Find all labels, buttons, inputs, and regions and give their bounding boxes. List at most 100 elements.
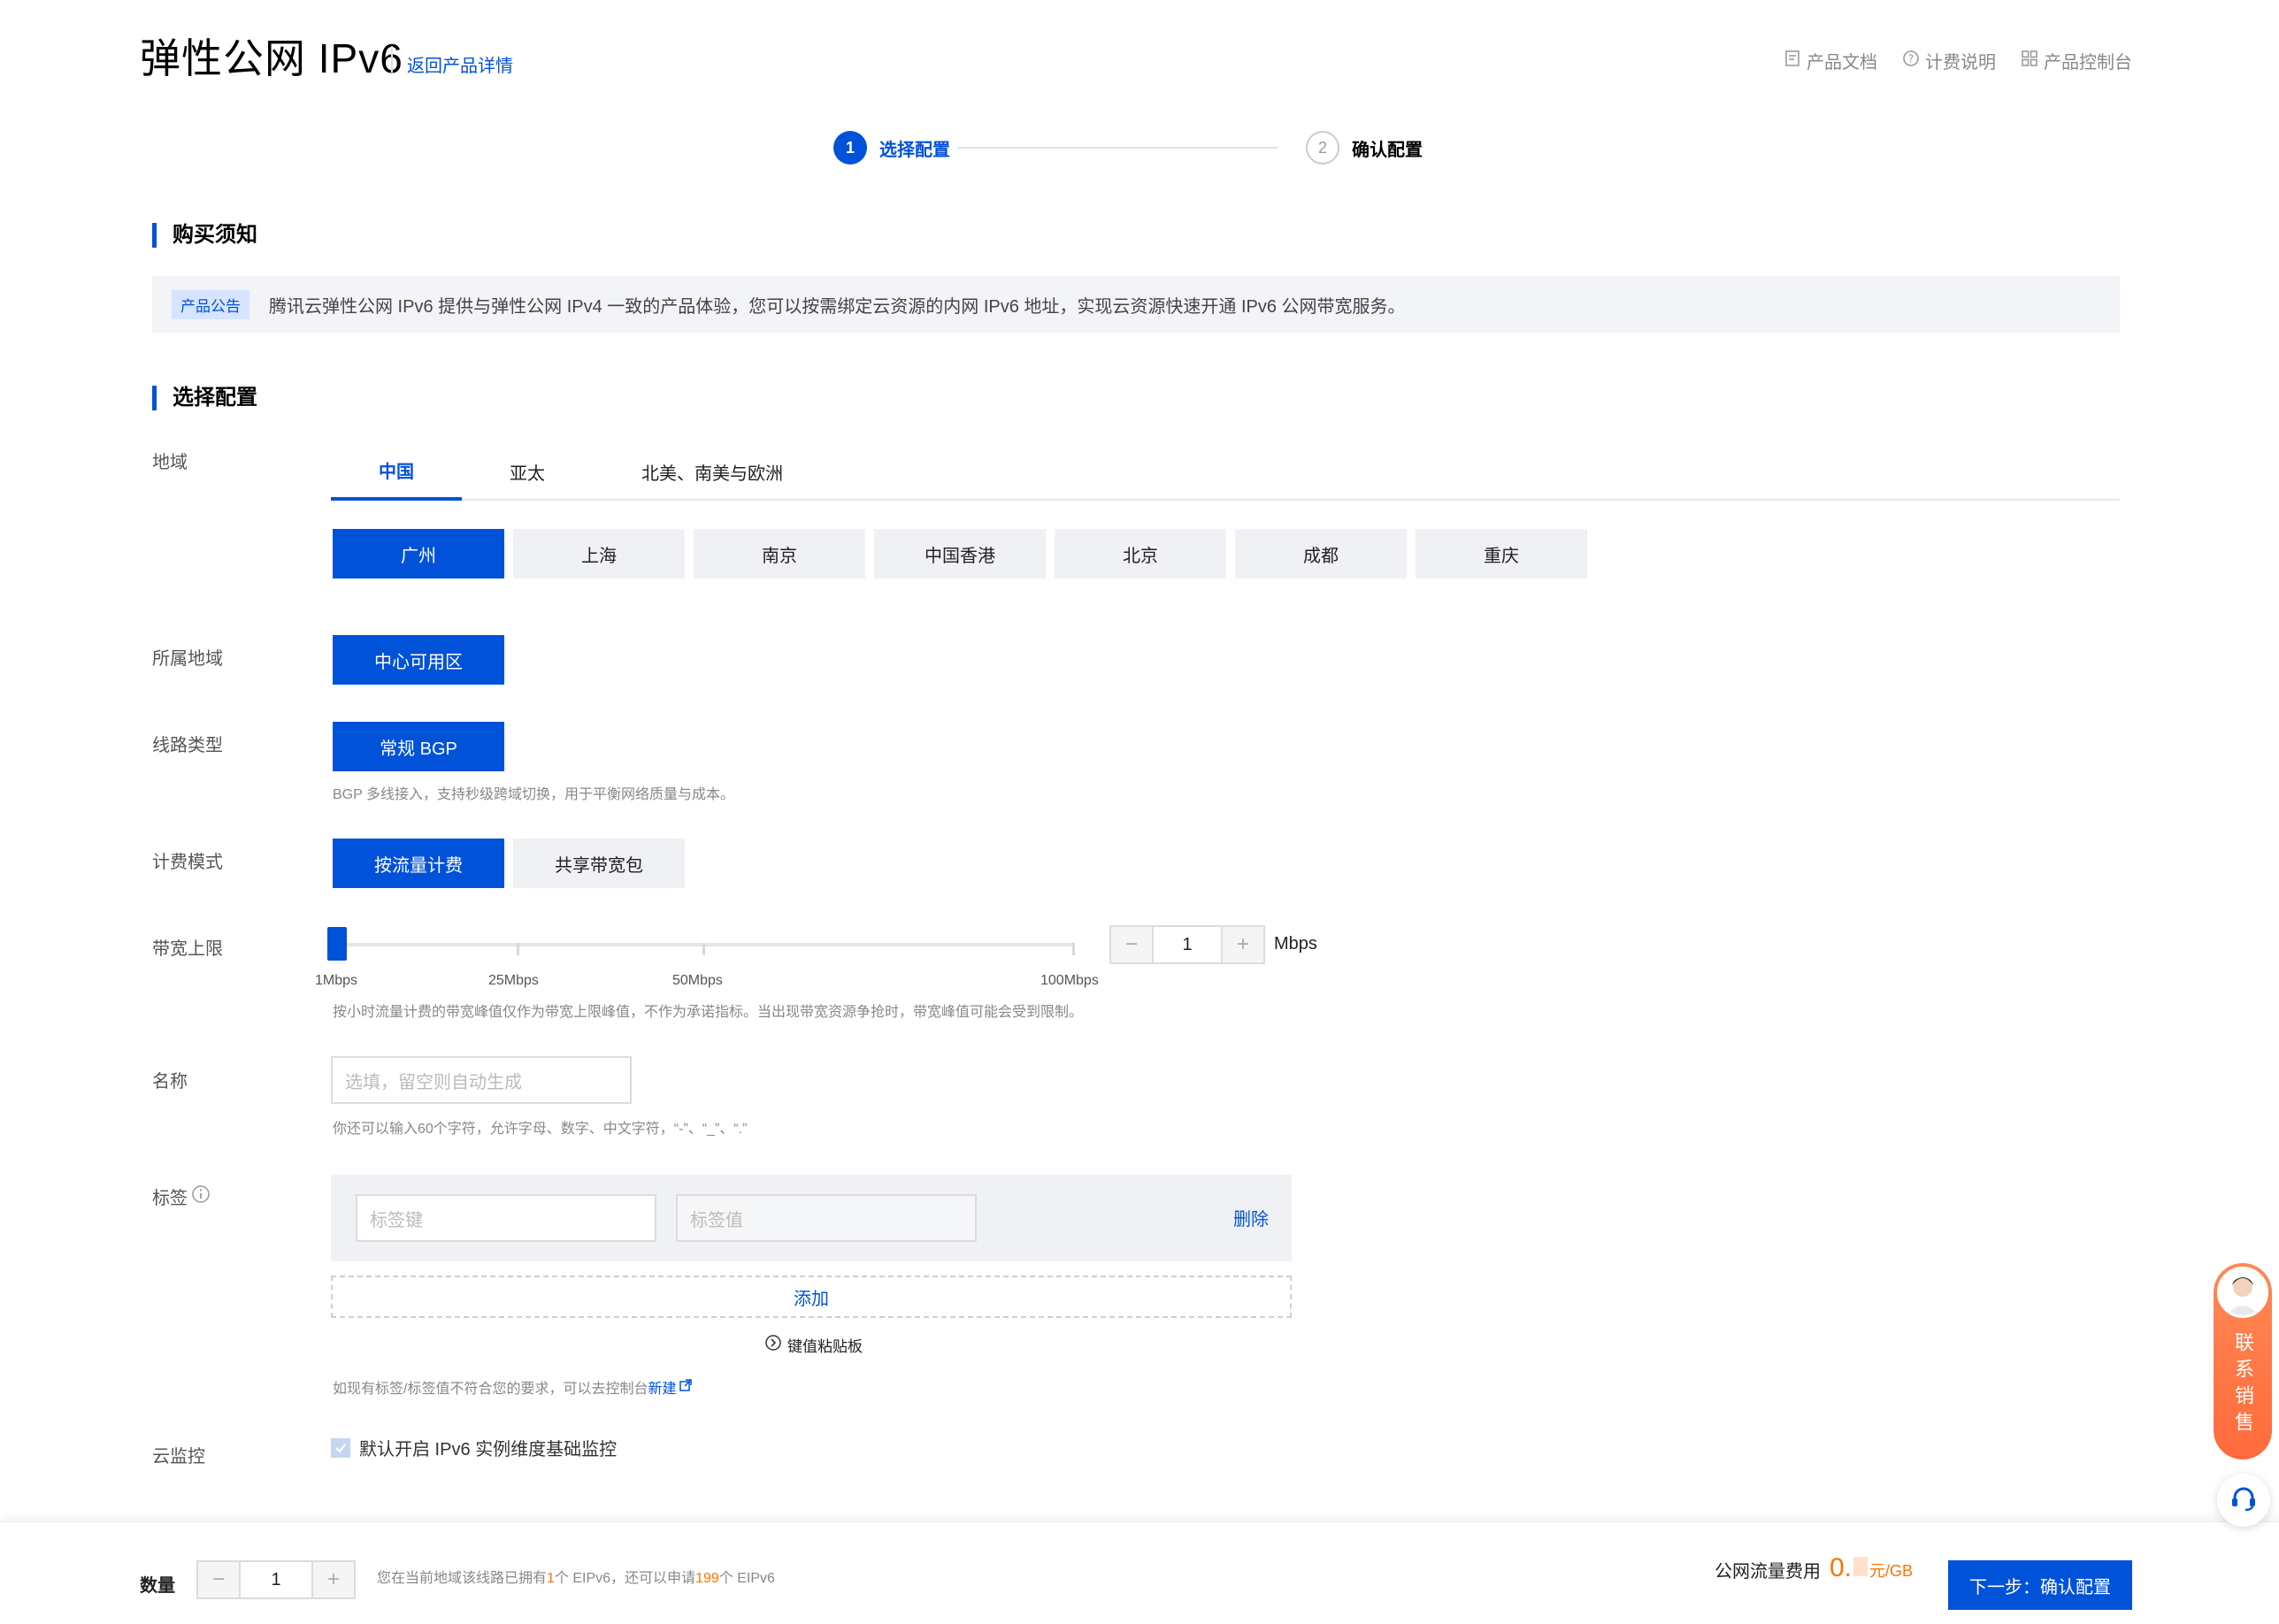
product-notice: 产品公告 腾讯云弹性公网 IPv6 提供与弹性公网 IPv4 一致的产品体验，您… — [152, 276, 2120, 333]
region-tabs: 中国 亚太 北美、南美与欧洲 — [331, 442, 2120, 501]
tag-delete-button[interactable]: 删除 — [1233, 1205, 1269, 1230]
step-number: 2 — [1306, 131, 1339, 165]
back-to-product-link[interactable]: 返回产品详情 — [407, 51, 513, 77]
title-divider — [391, 46, 393, 73]
monitor-checkbox-group: 默认开启 IPv6 实例维度基础监控 — [331, 1435, 617, 1460]
quantity-input[interactable]: 1 — [239, 1562, 313, 1597]
avatar — [2217, 1267, 2268, 1318]
tags-label-group: 标签 — [152, 1184, 211, 1209]
tags-create-link[interactable]: 新建 — [648, 1376, 676, 1398]
name-label: 名称 — [152, 1072, 188, 1092]
tab-americas-europe[interactable]: 北美、南美与欧洲 — [593, 442, 832, 501]
billing-mode-options: 按流量计费 共享带宽包 — [333, 839, 685, 888]
monitor-label: 云监控 — [152, 1447, 205, 1467]
billing-info-label: 计费说明 — [1925, 53, 1996, 73]
city-beijing[interactable]: 北京 — [1055, 529, 1226, 578]
question-circle-icon: ? — [1902, 50, 1920, 73]
remaining-count: 199 — [695, 1571, 719, 1586]
slider-tick — [517, 943, 519, 955]
customer-support-button[interactable] — [2217, 1474, 2270, 1527]
product-docs-link[interactable]: 产品文档 — [1784, 48, 1877, 73]
zone-label: 所属地域 — [152, 649, 223, 669]
city-chengdu[interactable]: 成都 — [1235, 529, 1407, 578]
product-docs-label: 产品文档 — [1807, 53, 1877, 73]
document-icon — [1784, 50, 1801, 73]
owned-count: 1 — [547, 1571, 555, 1586]
billing-shared-bandwidth[interactable]: 共享带宽包 — [513, 839, 685, 888]
tab-asia-pacific[interactable]: 亚太 — [462, 442, 593, 501]
billing-info-link[interactable]: ? 计费说明 — [1902, 48, 1996, 73]
billing-by-traffic[interactable]: 按流量计费 — [333, 839, 504, 888]
bandwidth-stepper: − 1 + — [1109, 925, 1265, 964]
tags-hint: 如现有标签/标签值不符合您的要求，可以去控制台 新建 — [333, 1376, 693, 1398]
next-step-button[interactable]: 下一步：确认配置 — [1948, 1560, 2132, 1610]
monitor-text: 默认开启 IPv6 实例维度基础监控 — [359, 1440, 618, 1459]
line-type-options: 常规 BGP — [333, 722, 504, 771]
bandwidth-slider-handle[interactable] — [327, 927, 347, 961]
quantity-increment-button[interactable]: + — [313, 1562, 354, 1597]
bandwidth-increment-button[interactable]: + — [1223, 927, 1263, 962]
quantity-label: 数量 — [140, 1576, 175, 1596]
quantity-stepper: − 1 + — [196, 1560, 356, 1599]
city-chongqing[interactable]: 重庆 — [1416, 529, 1587, 578]
tag-value-input[interactable]: 标签值 — [676, 1194, 977, 1242]
tag-add-button[interactable]: 添加 — [331, 1275, 1292, 1318]
notice-badge: 产品公告 — [172, 289, 249, 319]
headset-icon — [2229, 1483, 2259, 1518]
monitor-checkbox[interactable] — [331, 1437, 350, 1458]
fee-unit: 元/GB — [1869, 1562, 1914, 1580]
quantity-info-text: 个 EIPv6 — [718, 1571, 775, 1586]
line-bgp[interactable]: 常规 BGP — [333, 722, 504, 771]
notice-text: 腾讯云弹性公网 IPv6 提供与弹性公网 IPv4 一致的产品体验，您可以按需绑… — [269, 296, 1406, 317]
zone-center[interactable]: 中心可用区 — [333, 635, 504, 685]
step-select-config: 1 选择配置 — [833, 131, 950, 165]
billing-mode-label: 计费模式 — [152, 853, 223, 872]
config-section-title: 选择配置 — [152, 386, 257, 410]
step-confirm-config: 2 确认配置 — [1306, 131, 1423, 165]
step-label: 确认配置 — [1352, 140, 1423, 160]
purchase-notice-title: 购买须知 — [152, 223, 257, 248]
tags-hint-text: 如现有标签/标签值不符合您的要求，可以去控制台 — [333, 1382, 648, 1397]
external-link-icon[interactable] — [679, 1378, 693, 1397]
city-hongkong[interactable]: 中国香港 — [874, 529, 1046, 578]
tab-china[interactable]: 中国 — [331, 442, 462, 501]
clipboard-label: 键值粘贴板 — [787, 1338, 863, 1355]
chevron-circle-icon — [764, 1334, 782, 1356]
tag-key-input[interactable]: 标签键 — [356, 1194, 656, 1242]
city-shanghai[interactable]: 上海 — [513, 529, 685, 578]
top-links: 产品文档 ? 计费说明 产品控制台 — [1784, 48, 2132, 73]
city-nanjing[interactable]: 南京 — [694, 529, 865, 578]
clipboard-button[interactable]: 键值粘贴板 — [764, 1334, 863, 1356]
quantity-decrement-button[interactable]: − — [198, 1562, 239, 1597]
city-guangzhou[interactable]: 广州 — [333, 529, 504, 578]
line-type-label: 线路类型 — [152, 736, 223, 755]
contact-sales-widget[interactable]: 联系销售 — [2214, 1263, 2272, 1459]
quantity-info-text: 个 EIPv6，还可以申请 — [554, 1571, 696, 1586]
city-options: 广州 上海 南京 中国香港 北京 成都 重庆 — [333, 529, 1587, 578]
contact-sales-label: 联系销售 — [2232, 1332, 2254, 1438]
product-console-link[interactable]: 产品控制台 — [2021, 48, 2132, 73]
name-hint: 你还可以输入60个字符，允许字母、数字、中文字符，“-”、“_”、“.” — [333, 1122, 748, 1137]
step-number: 1 — [833, 131, 867, 165]
bandwidth-value-input[interactable]: 1 — [1152, 927, 1223, 962]
slider-label-25: 25Mbps — [488, 973, 539, 988]
tags-label: 标签 — [152, 1189, 188, 1208]
info-icon[interactable] — [191, 1184, 211, 1209]
svg-text:?: ? — [1908, 52, 1914, 65]
zone-options: 中心可用区 — [333, 635, 504, 685]
slider-tick — [702, 943, 705, 955]
fee-label: 公网流量费用 — [1715, 1562, 1821, 1582]
fee-placeholder-block — [1853, 1557, 1868, 1576]
name-input[interactable]: 选填，留空则自动生成 — [331, 1056, 632, 1104]
product-console-label: 产品控制台 — [2044, 53, 2132, 73]
quantity-info: 您在当前地域该线路已拥有1个 EIPv6，还可以申请199个 EIPv6 — [377, 1566, 775, 1587]
bandwidth-hint: 按小时流量计费的带宽峰值仅作为带宽上限峰值，不作为承诺指标。当出现带宽资源争抢时… — [333, 1005, 1084, 1020]
step-label: 选择配置 — [879, 140, 950, 160]
bandwidth-label: 带宽上限 — [152, 939, 223, 959]
bandwidth-decrement-button[interactable]: − — [1111, 927, 1152, 962]
quantity-info-text: 您在当前地域该线路已拥有 — [377, 1571, 548, 1586]
grid-icon — [2021, 50, 2038, 73]
slider-tick — [1072, 943, 1075, 955]
bandwidth-unit: Mbps — [1274, 934, 1317, 954]
line-type-hint: BGP 多线接入，支持秒级跨域切换，用于平衡网络质量与成本。 — [333, 787, 734, 802]
